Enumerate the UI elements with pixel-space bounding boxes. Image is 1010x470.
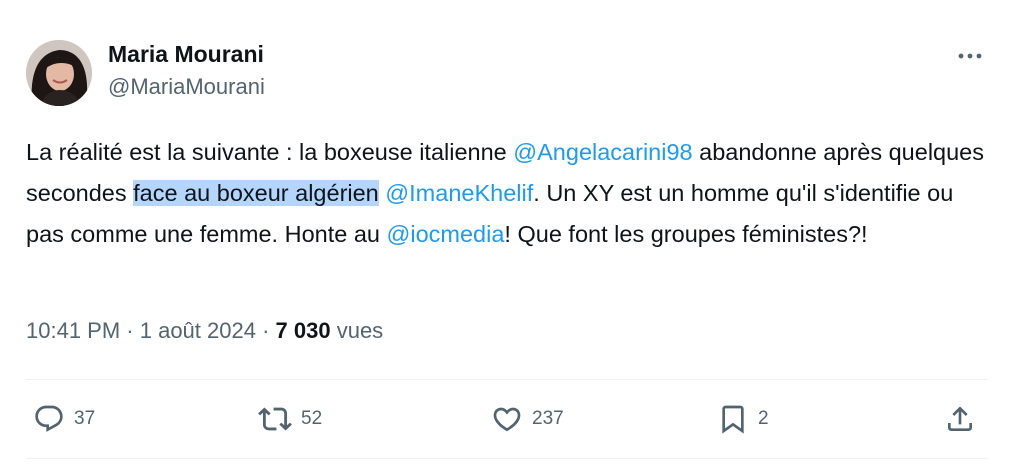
like-count: 237 [532,408,564,429]
mention-imanekhelif[interactable]: @ImaneKhelif [385,180,533,206]
tweet-card: Maria Mourani @MariaMourani La réalité e… [0,0,1010,470]
author-handle[interactable]: @MariaMourani [108,74,265,100]
action-bar: 37 52 237 2 [0,396,1010,442]
share-icon [948,406,972,431]
mention-iocmedia[interactable]: @iocmedia [387,221,505,247]
tweet-date[interactable]: 1 août 2024 [140,318,256,343]
author-name[interactable]: Maria Mourani [108,41,264,68]
reply-icon [35,405,63,432]
tweet-text-segment: ! Que font les groupes féministes?! [504,221,868,247]
avatar[interactable] [26,40,92,106]
heart-icon [493,407,521,432]
tweet-meta: 10:41 PM · 1 août 2024 · 7 030 vues [26,318,383,344]
more-horizontal-icon [958,53,982,59]
bookmark-icon [722,405,744,434]
bookmark-count: 2 [758,408,769,429]
divider [26,458,988,459]
reply-button[interactable]: 37 [33,396,95,442]
share-button[interactable] [944,396,976,442]
mention-angelacarini98[interactable]: @Angelacarini98 [513,139,692,165]
tweet-text: La réalité est la suivante : la boxeuse … [26,132,988,255]
selected-text-highlight: face au boxeur algérien [133,180,379,206]
tweet-text-segment: La réalité est la suivante : la boxeuse … [26,139,514,165]
meta-separator: · [255,318,276,343]
retweet-icon [258,407,292,431]
divider [26,379,988,380]
like-button[interactable]: 237 [491,396,564,442]
retweet-count: 52 [301,408,323,429]
meta-separator: · [120,318,140,343]
view-count-label: vues [330,318,384,343]
reply-count: 37 [74,408,96,429]
tweet-time[interactable]: 10:41 PM [26,318,120,343]
retweet-button[interactable]: 52 [258,396,322,442]
bookmark-button[interactable]: 2 [717,396,769,442]
avatar-image [26,40,92,106]
view-count: 7 030 [275,318,331,343]
more-options-button[interactable] [952,44,988,68]
